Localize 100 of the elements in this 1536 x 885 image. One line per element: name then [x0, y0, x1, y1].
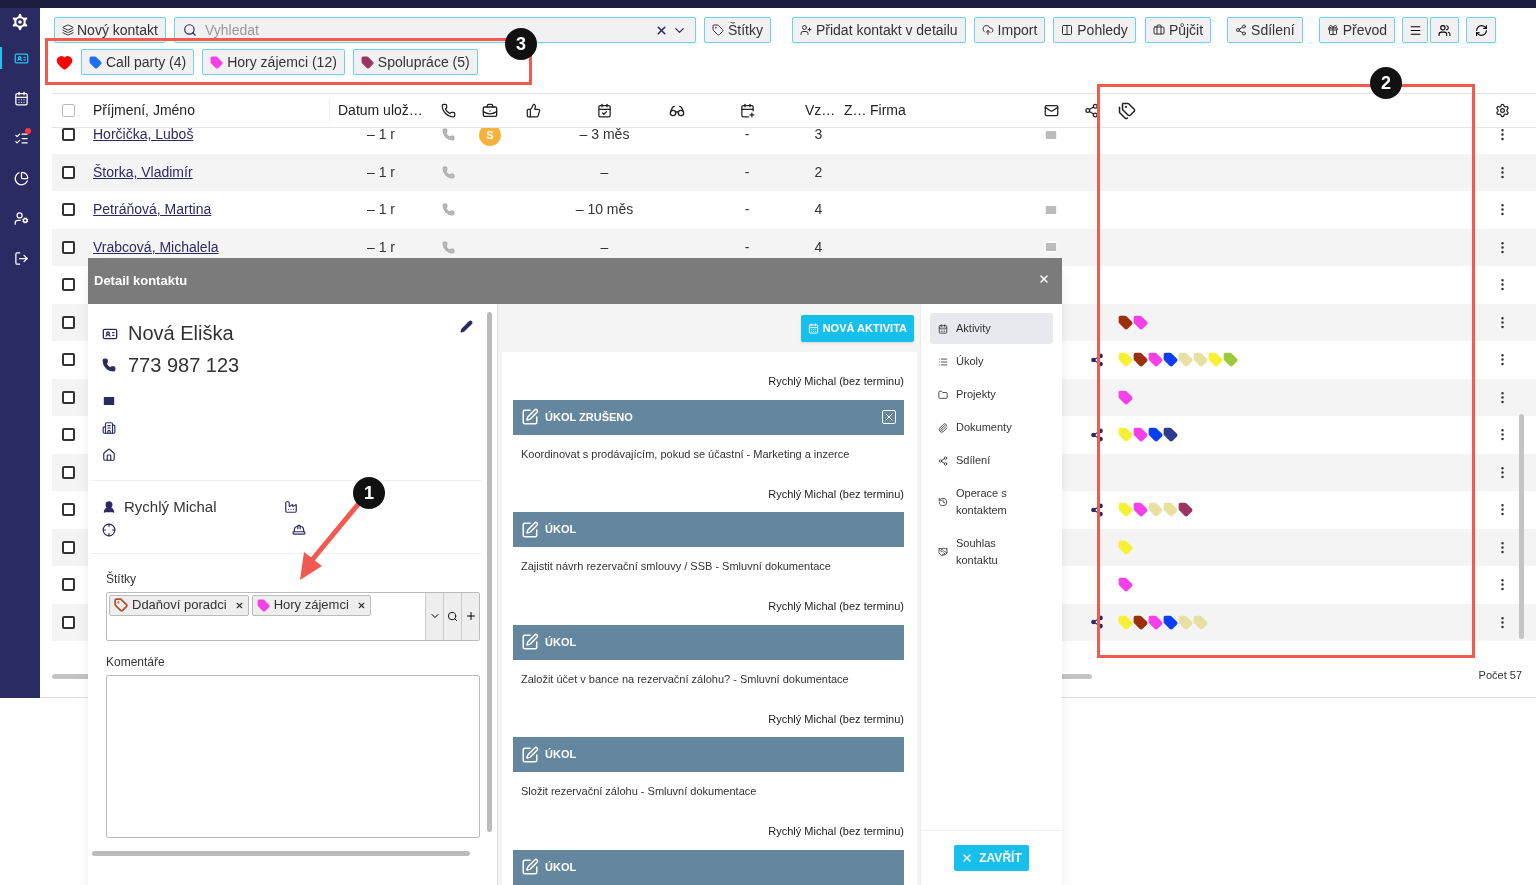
- checkbox[interactable]: [62, 165, 75, 179]
- checkbox[interactable]: [62, 465, 75, 479]
- table-cell-text: – 1 r: [367, 237, 395, 257]
- briefcase-icon[interactable]: [482, 102, 498, 119]
- mail-icon: [102, 394, 116, 408]
- contact-name-link[interactable]: Štorka, Vladimír: [93, 163, 193, 180]
- id-card-icon: [102, 326, 118, 342]
- list-icon: [938, 356, 948, 367]
- edit-icon[interactable]: [460, 320, 473, 333]
- tags-field[interactable]: Ddaňoví poradci Hory zájemci: [106, 591, 480, 641]
- tag-chip[interactable]: Hory zájemci: [251, 594, 371, 616]
- users-icon: [1438, 23, 1452, 37]
- add-contact-button[interactable]: Přidat kontakt v detailu: [791, 17, 966, 43]
- mail-icon[interactable]: [1043, 103, 1059, 118]
- remove-icon[interactable]: [356, 600, 366, 610]
- dropdown-toggle[interactable]: [425, 592, 443, 640]
- favorite-tag-button[interactable]: Hory zájemci (12): [202, 49, 345, 75]
- search-toggle[interactable]: [443, 592, 461, 640]
- views-button[interactable]: Pohledy: [1053, 17, 1136, 43]
- detail-tab[interactable]: Sdílení: [930, 445, 1053, 476]
- tags-button[interactable]: Štítky: [703, 17, 771, 43]
- import-button[interactable]: Import: [973, 17, 1046, 43]
- new-contact-button[interactable]: Nový kontakt: [54, 17, 166, 43]
- table-cell-text: -: [744, 162, 750, 182]
- checkbox[interactable]: [62, 540, 75, 554]
- checkbox[interactable]: [62, 503, 75, 517]
- table-cell-text: 3: [814, 128, 823, 145]
- checkbox[interactable]: [62, 240, 75, 254]
- contact-name: Nová Eliška: [128, 321, 234, 346]
- add-toggle[interactable]: [461, 592, 479, 640]
- column-header[interactable]: Firma: [866, 100, 1030, 121]
- calendar-check-icon[interactable]: [597, 103, 612, 118]
- checkbox[interactable]: [62, 128, 75, 142]
- favorites-heart-icon[interactable]: [56, 53, 73, 71]
- lend-button[interactable]: Půjčit: [1144, 17, 1212, 43]
- contact-name-link[interactable]: Petráňová, Martina: [93, 201, 212, 218]
- table-cell-text: – 1 r: [367, 200, 395, 220]
- table-cell-text: –: [600, 162, 609, 182]
- calendar-icon[interactable]: [739, 103, 755, 118]
- scrollbar[interactable]: [1519, 414, 1524, 639]
- table-cell-text: 4: [814, 200, 823, 220]
- detail-tab[interactable]: Souhlas kontaktu: [930, 528, 1053, 576]
- user-plus-icon: [799, 24, 812, 36]
- contact-name-link[interactable]: Horčička, Luboš: [93, 128, 194, 143]
- thumbs-up-icon[interactable]: [526, 103, 541, 118]
- refresh-button[interactable]: [1466, 17, 1497, 43]
- remove-icon[interactable]: [234, 600, 244, 610]
- contact-name-link[interactable]: Vrabcová, Michalela: [93, 238, 219, 255]
- worker-icon: [292, 522, 306, 537]
- column-header[interactable]: Datum ulož…: [330, 100, 432, 121]
- history-icon: [938, 497, 948, 507]
- detail-tab[interactable]: Úkoly: [930, 346, 1053, 377]
- building-icon: [102, 421, 116, 435]
- cancel-icon[interactable]: [882, 410, 896, 424]
- table-row[interactable]: Štorka, Vladimír – 1 r – - 2: [52, 153, 1536, 191]
- checkbox[interactable]: [62, 390, 75, 404]
- phone-icon[interactable]: [441, 103, 456, 118]
- favorite-tag-button[interactable]: Spolupráce (5): [352, 49, 478, 75]
- checkbox[interactable]: [62, 278, 75, 292]
- column-header[interactable]: Příjmení, Jméno: [85, 100, 330, 121]
- detail-tab[interactable]: Dokumenty: [930, 412, 1053, 443]
- table-cell-text: 2: [814, 162, 823, 182]
- detail-tab[interactable]: Aktivity: [930, 313, 1053, 344]
- scrollbar[interactable]: [92, 851, 470, 856]
- scrollbar[interactable]: [487, 312, 492, 832]
- activity-title: ÚKOL: [545, 747, 577, 763]
- column-header[interactable]: Vz…: [797, 100, 840, 121]
- share-icon[interactable]: [1083, 103, 1099, 118]
- favorite-tag-button[interactable]: Call party (4): [81, 49, 195, 75]
- activity-title: ÚKOL: [545, 634, 577, 650]
- checkbox[interactable]: [62, 203, 75, 217]
- checklist-icon: [13, 130, 29, 146]
- detail-tab[interactable]: Operace s kontaktem: [930, 478, 1053, 526]
- checkbox[interactable]: [62, 615, 75, 629]
- close-icon[interactable]: [1038, 273, 1050, 285]
- tag-chip[interactable]: Ddaňoví poradci: [109, 594, 249, 616]
- checkbox[interactable]: [62, 428, 75, 442]
- detail-tab[interactable]: Projekty: [930, 379, 1053, 410]
- crosshair-icon: [102, 522, 116, 537]
- checkbox[interactable]: [62, 578, 75, 592]
- table-cell-text: 4: [814, 237, 823, 257]
- checkbox[interactable]: [62, 353, 75, 367]
- users-button[interactable]: [1430, 17, 1460, 43]
- checkbox[interactable]: [62, 315, 75, 329]
- factory-icon: [284, 500, 298, 515]
- settings-icon[interactable]: [1495, 103, 1510, 118]
- share-button[interactable]: Sdílení: [1227, 17, 1303, 43]
- clear-icon[interactable]: [654, 23, 668, 37]
- select-all-checkbox[interactable]: [62, 104, 75, 117]
- search-icon: [182, 23, 197, 37]
- search-icon: [447, 610, 458, 622]
- home-icon: [102, 448, 116, 462]
- briefcase-icon: [1152, 24, 1165, 36]
- activity-meta: Rychlý Michal (bez terminu): [768, 599, 904, 614]
- activity-title: ÚKOL: [545, 522, 577, 538]
- transfer-button[interactable]: Převod: [1318, 17, 1396, 43]
- activity-description: Založit účet v bance na rezervační zálohu? - Smluvní dokumentace: [521, 671, 850, 687]
- tags-icon[interactable]: [1118, 101, 1136, 120]
- column-header[interactable]: Z…: [840, 100, 866, 121]
- list-view-button[interactable]: [1402, 17, 1429, 43]
